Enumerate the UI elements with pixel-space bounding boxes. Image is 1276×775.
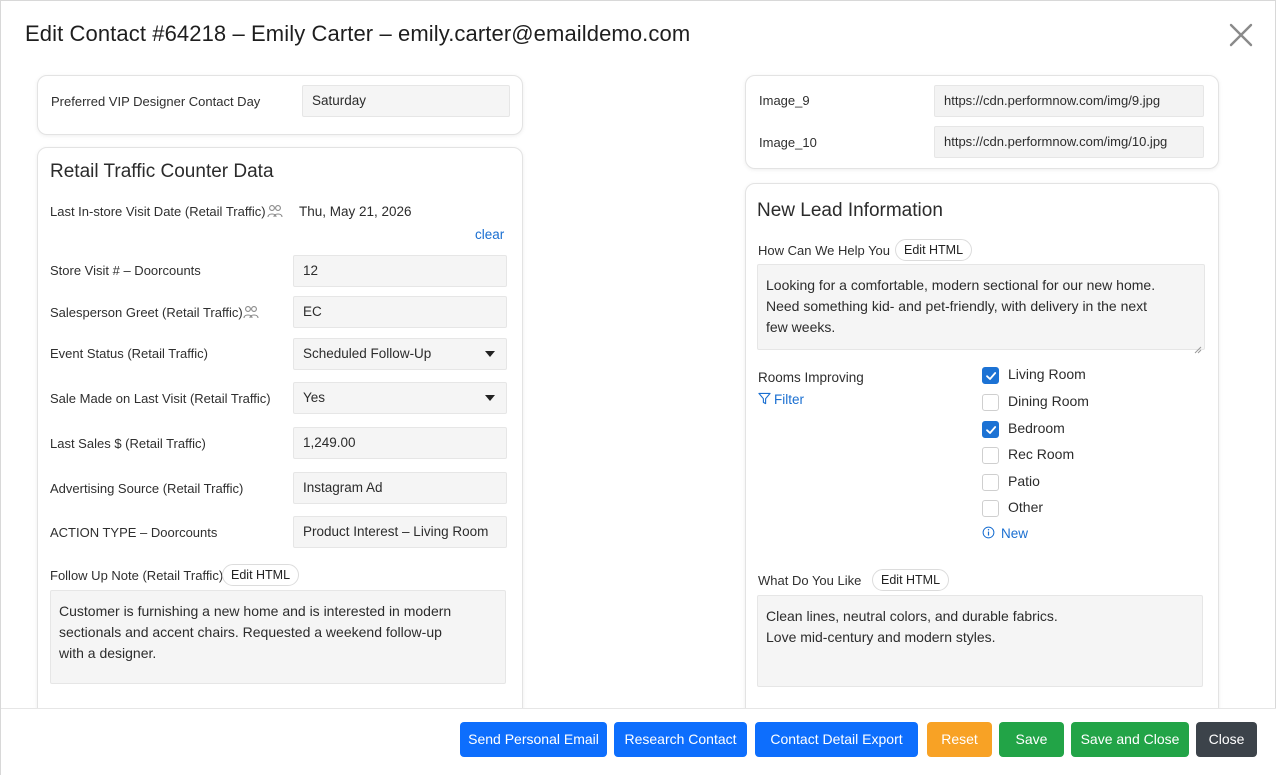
image9-field[interactable]: https://cdn.performnow.com/img/9.jpg bbox=[934, 85, 1204, 117]
room-label: Patio bbox=[1008, 473, 1040, 489]
group-icon bbox=[267, 204, 283, 218]
text-line: Looking for a comfortable, modern sectio… bbox=[766, 277, 1156, 293]
action-type-field[interactable]: Product Interest – Living Room bbox=[293, 516, 507, 548]
group-icon bbox=[243, 305, 259, 319]
event-status-label: Event Status (Retail Traffic) bbox=[50, 346, 208, 361]
how-can-we-help-textarea[interactable]: Looking for a comfortable, modern sectio… bbox=[757, 264, 1205, 354]
reset-button[interactable]: Reset bbox=[927, 722, 992, 757]
research-contact-button[interactable]: Research Contact bbox=[614, 722, 747, 757]
last-visit-date[interactable]: Thu, May 21, 2026 bbox=[299, 204, 412, 219]
vip-contact-day-label: Preferred VIP Designer Contact Day bbox=[51, 94, 261, 109]
vip-contact-day-field[interactable]: Saturday bbox=[302, 85, 510, 117]
text-line: with a designer. bbox=[59, 645, 157, 661]
new-lead-card: New Lead Information How Can We Help You… bbox=[745, 183, 1219, 727]
text-line: Customer is furnishing a new home and is… bbox=[59, 603, 452, 619]
text-line: Clean lines, neutral colors, and durable… bbox=[766, 608, 1058, 624]
salesperson-greet-label: Salesperson Greet (Retail Traffic) bbox=[50, 305, 243, 320]
save-and-close-button[interactable]: Save and Close bbox=[1071, 722, 1189, 757]
checkbox-unchecked[interactable] bbox=[982, 474, 999, 491]
images-card: Image_9 https://cdn.performnow.com/img/9… bbox=[745, 75, 1219, 169]
edit-html-button[interactable]: Edit HTML bbox=[872, 569, 950, 591]
store-visit-field[interactable]: 12 bbox=[293, 255, 507, 287]
image10-label: Image_10 bbox=[759, 135, 817, 150]
advertising-source-field[interactable]: Instagram Ad bbox=[293, 472, 507, 504]
new-room-link[interactable]: New bbox=[982, 526, 1028, 541]
how-can-we-help-label: How Can We Help You bbox=[758, 243, 891, 258]
room-label: Other bbox=[1008, 499, 1044, 515]
follow-up-note-label: Follow Up Note (Retail Traffic) bbox=[50, 568, 224, 583]
modal-title: Edit Contact #64218 – Emily Carter – emi… bbox=[25, 21, 691, 46]
image9-label: Image_9 bbox=[759, 93, 810, 108]
what-do-you-like-textarea[interactable]: Clean lines, neutral colors, and durable… bbox=[757, 595, 1203, 687]
filter-link[interactable]: Filter bbox=[758, 392, 804, 407]
advertising-source-label: Advertising Source (Retail Traffic) bbox=[50, 481, 244, 496]
checkbox-checked[interactable] bbox=[982, 367, 999, 384]
text-line: few weeks. bbox=[766, 319, 836, 335]
text-line: Need something kid- and pet-friendly, wi… bbox=[766, 298, 1148, 314]
sale-made-label: Sale Made on Last Visit (Retail Traffic) bbox=[50, 391, 271, 406]
text-line: sectionals and accent chairs. Requested … bbox=[59, 624, 442, 640]
contact-detail-export-button[interactable]: Contact Detail Export bbox=[755, 722, 918, 757]
checkbox-unchecked[interactable] bbox=[982, 394, 999, 411]
checkbox-unchecked[interactable] bbox=[982, 500, 999, 517]
filter-icon bbox=[758, 392, 771, 405]
last-sales-field[interactable]: 1,249.00 bbox=[293, 427, 507, 459]
new-lead-title: New Lead Information bbox=[757, 200, 943, 221]
salesperson-greet-field[interactable]: EC bbox=[293, 296, 507, 328]
checkbox-checked[interactable] bbox=[982, 421, 999, 438]
caret-down-icon bbox=[485, 395, 495, 401]
retail-traffic-title: Retail Traffic Counter Data bbox=[50, 161, 274, 182]
retail-traffic-card: Retail Traffic Counter Data Last In-stor… bbox=[37, 147, 523, 727]
follow-up-note-textarea[interactable]: Customer is furnishing a new home and is… bbox=[50, 590, 506, 684]
send-personal-email-button[interactable]: Send Personal Email bbox=[460, 722, 607, 757]
room-label: Living Room bbox=[1008, 366, 1086, 382]
info-icon bbox=[982, 526, 995, 539]
modal-header: Edit Contact #64218 – Emily Carter – emi… bbox=[1, 1, 1276, 71]
checkbox-unchecked[interactable] bbox=[982, 447, 999, 464]
new-label: New bbox=[1001, 526, 1029, 541]
caret-down-icon bbox=[485, 351, 495, 357]
edit-html-button[interactable]: Edit HTML bbox=[895, 239, 973, 261]
resize-handle-icon[interactable] bbox=[1194, 339, 1202, 354]
vip-contact-day-card: Preferred VIP Designer Contact Day Satur… bbox=[37, 75, 523, 135]
room-label: Bedroom bbox=[1008, 420, 1065, 436]
sale-made-select[interactable]: Yes bbox=[293, 382, 507, 414]
room-label: Rec Room bbox=[1008, 446, 1075, 462]
image10-field[interactable]: https://cdn.performnow.com/img/10.jpg bbox=[934, 126, 1204, 158]
edit-contact-modal: Edit Contact #64218 – Emily Carter – emi… bbox=[0, 0, 1276, 775]
edit-html-button[interactable]: Edit HTML bbox=[222, 564, 300, 586]
sale-made-value: Yes bbox=[303, 390, 326, 405]
text-line: Love mid-century and modern styles. bbox=[766, 629, 996, 645]
event-status-value: Scheduled Follow-Up bbox=[303, 346, 432, 361]
store-visit-label: Store Visit # – Doorcounts bbox=[50, 263, 201, 278]
room-label: Dining Room bbox=[1008, 393, 1089, 409]
last-sales-label: Last Sales $ (Retail Traffic) bbox=[50, 436, 206, 451]
what-do-you-like-label: What Do You Like bbox=[758, 573, 862, 588]
close-button[interactable]: Close bbox=[1196, 722, 1257, 757]
action-type-label: ACTION TYPE – Doorcounts bbox=[50, 525, 218, 540]
event-status-select[interactable]: Scheduled Follow-Up bbox=[293, 338, 507, 370]
rooms-improving-label: Rooms Improving bbox=[758, 370, 864, 385]
filter-label: Filter bbox=[774, 392, 804, 407]
save-button[interactable]: Save bbox=[999, 722, 1064, 757]
last-visit-label: Last In-store Visit Date (Retail Traffic… bbox=[50, 204, 266, 219]
close-icon[interactable] bbox=[1225, 19, 1257, 51]
clear-date-link[interactable]: clear bbox=[475, 227, 504, 242]
